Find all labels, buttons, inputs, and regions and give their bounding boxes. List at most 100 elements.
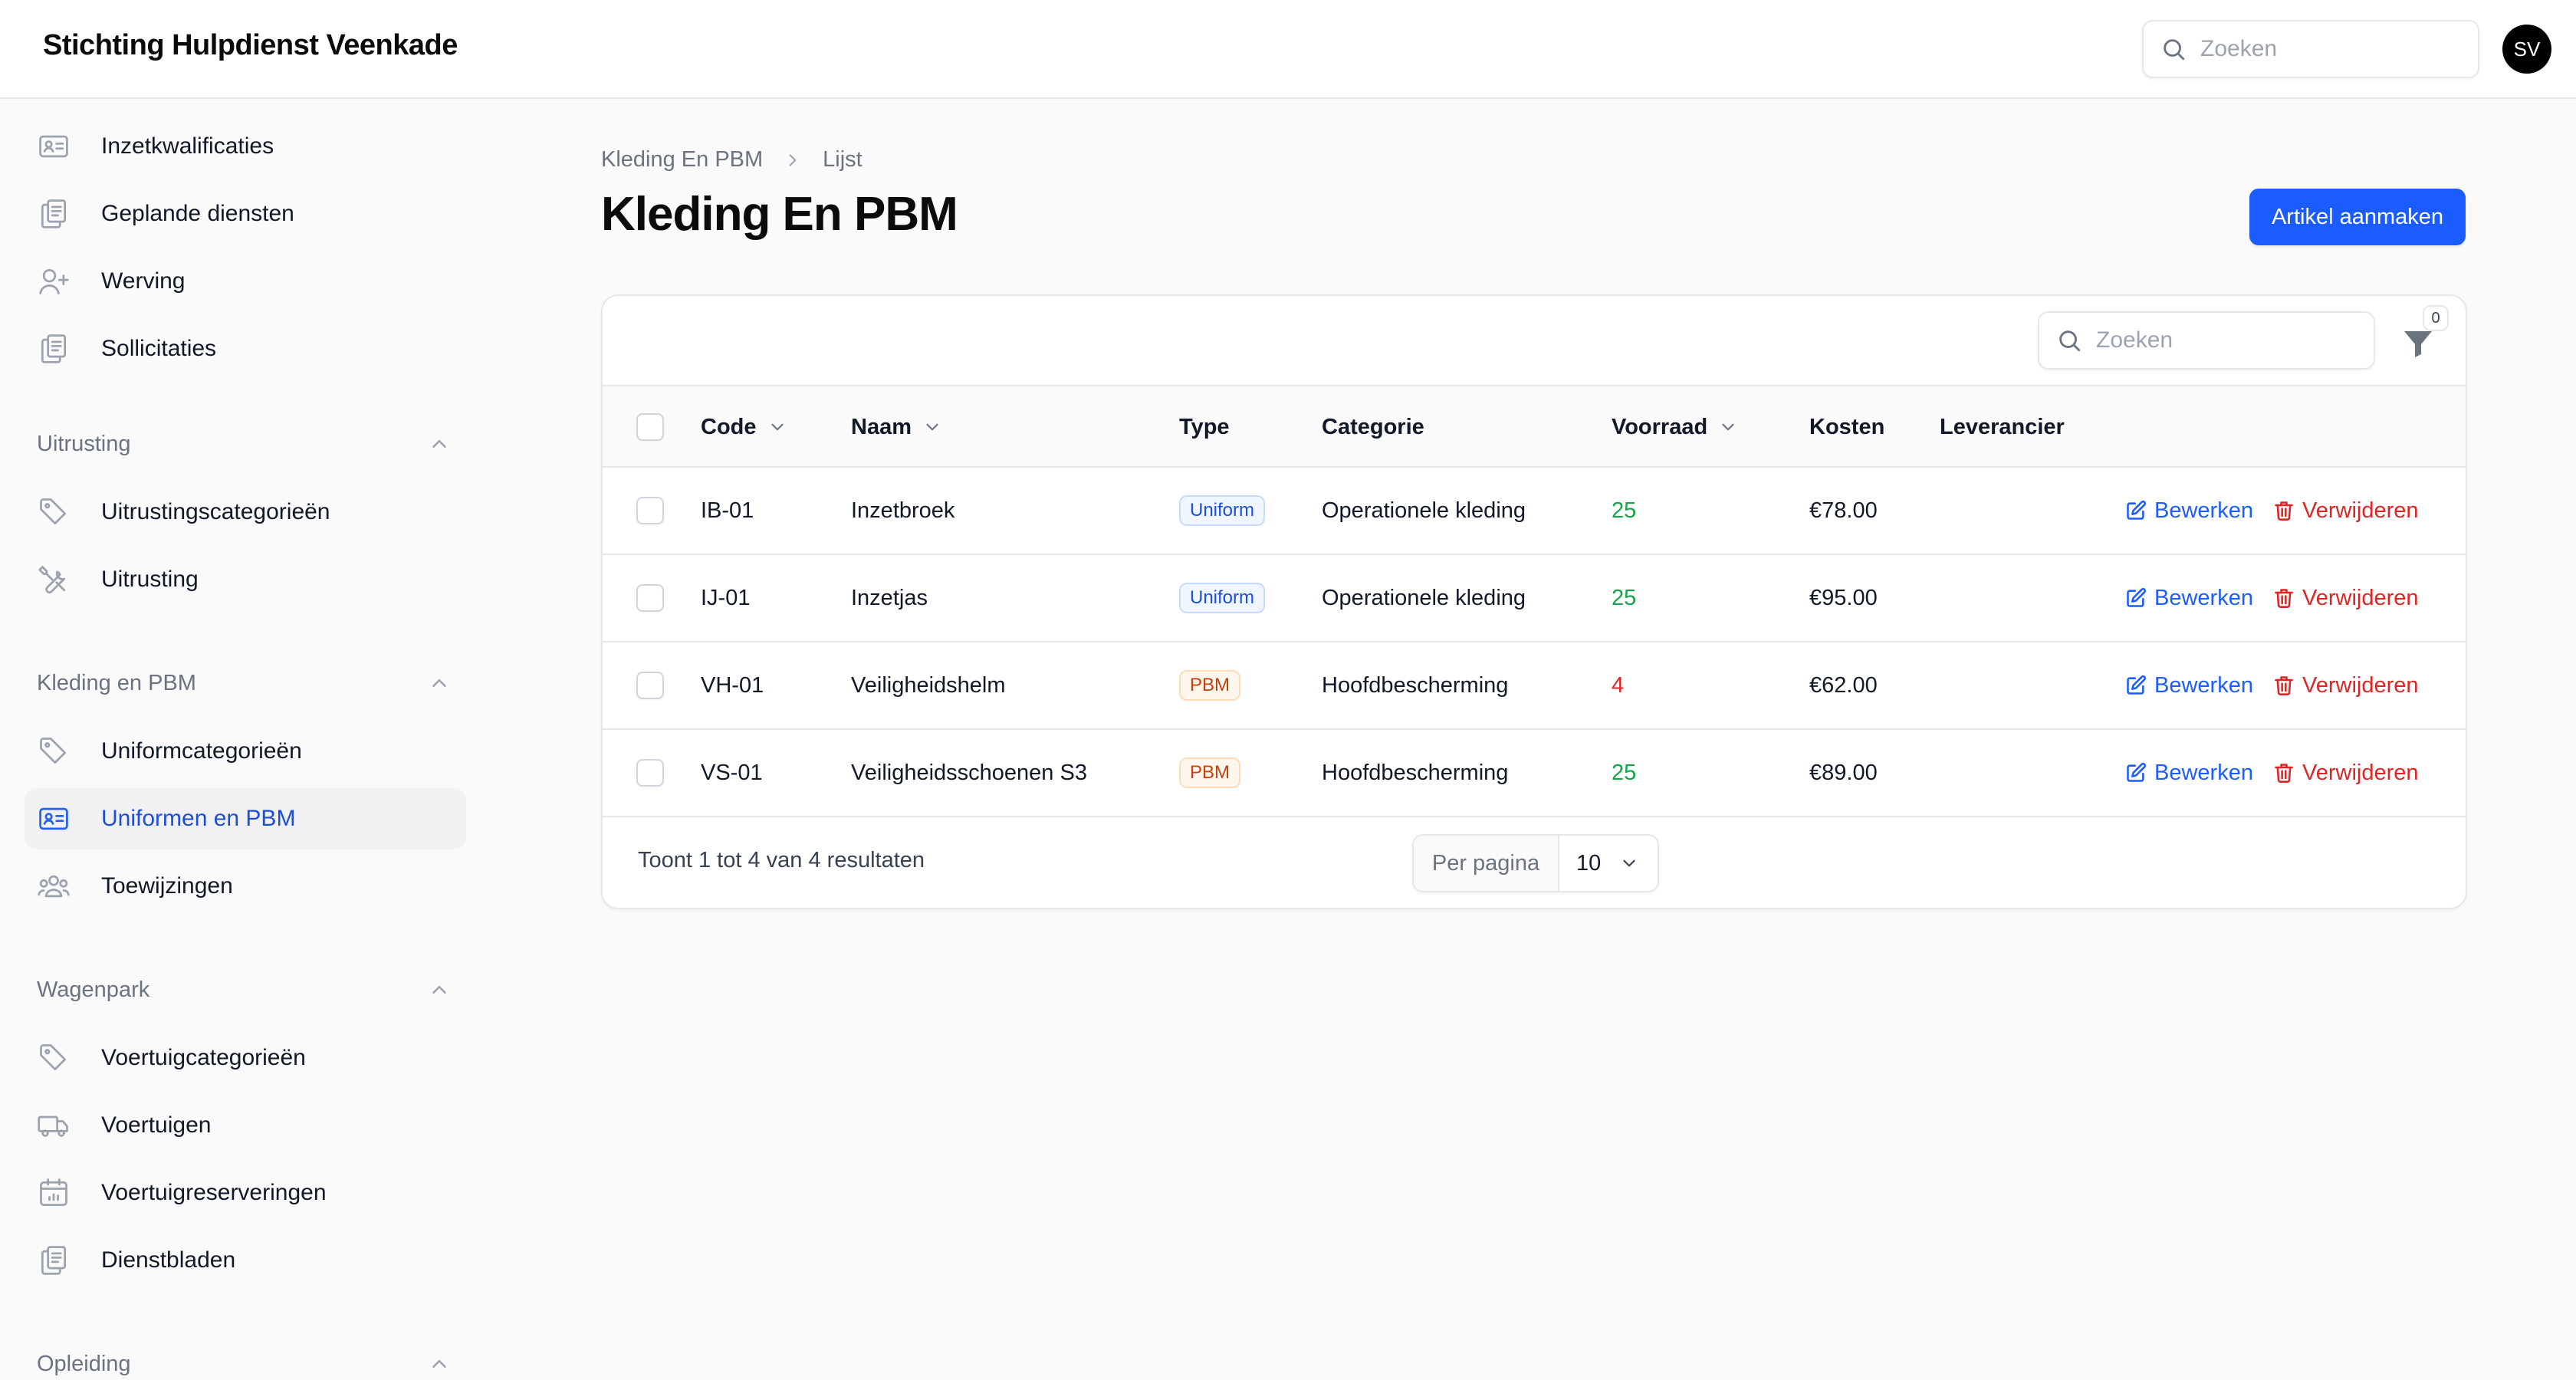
type-badge: Uniform [1179,495,1266,526]
calendar-icon [37,1176,71,1210]
cell-naam: Inzetjas [851,585,928,610]
sidebar-group-label: Wagenpark [37,977,150,1002]
column-header-categorie: Categorie [1322,386,1424,468]
cell-categorie: Operationele kleding [1322,585,1526,610]
per-page-value[interactable]: 10 [1559,836,1658,891]
cell-code: IB-01 [701,498,754,523]
sidebar-item-geplande-diensten[interactable]: Geplande diensten [25,183,466,245]
global-search[interactable] [2142,20,2479,78]
delete-button[interactable]: Verwijderen [2273,673,2419,698]
chevron-up-icon[interactable] [428,978,451,1001]
table-row[interactable]: VH-01 Veiligheidshelm PBM Hoofdbeschermi… [603,642,2466,730]
sidebar-item-voertuigreserveringen[interactable]: Voertuigreserveringen [25,1162,466,1224]
breadcrumb-item-current: Lijst [823,147,863,172]
chevron-up-icon[interactable] [428,672,451,695]
top-bar: Stichting Hulpdienst Veenkade SV [0,0,2576,99]
filter-count-badge: 0 [2423,305,2449,331]
select-all-checkbox[interactable] [636,413,664,441]
sidebar-item-voertuigcategorieen[interactable]: Voertuigcategorieën [25,1027,466,1089]
chevron-up-icon[interactable] [428,432,451,455]
table-row[interactable]: VS-01 Veiligheidsschoenen S3 PBM Hoofdbe… [603,730,2466,817]
sidebar-item-label: Uitrusting [101,567,199,592]
sidebar-item-werving[interactable]: Werving [25,251,466,312]
table-header: Code Naam Type Categorie Voorraad Kosten… [603,386,2466,468]
app-title[interactable]: Stichting Hulpdienst Veenkade [43,29,458,62]
column-label: Leverancier [1940,414,2065,439]
edit-button[interactable]: Bewerken [2125,586,2253,611]
row-actions: Bewerken Verwijderen [2125,642,2419,728]
sidebar-item-uitrustingscategorieen[interactable]: Uitrustingscategorieën [25,481,466,543]
sidebar-item-label: Sollicitaties [101,336,217,361]
sidebar-group-label: Uitrusting [37,431,131,456]
delete-button[interactable]: Verwijderen [2273,498,2419,524]
create-article-button[interactable]: Artikel aanmaken [2249,189,2466,245]
sidebar-item-inzetkwalificaties[interactable]: Inzetkwalificaties [25,116,466,177]
cell-naam: Veiligheidshelm [851,672,1006,698]
cell-kosten: €78.00 [1809,498,1878,523]
delete-button[interactable]: Verwijderen [2273,586,2419,611]
table-row[interactable]: IB-01 Inzetbroek Uniform Operationele kl… [603,468,2466,555]
pencil-square-icon [2127,675,2147,695]
pagination-summary: Toont 1 tot 4 van 4 resultaten [638,848,925,872]
row-checkbox[interactable] [636,584,664,612]
search-icon [2160,36,2187,62]
clipboard-icon [37,332,71,366]
row-actions: Bewerken Verwijderen [2125,730,2419,816]
user-avatar[interactable]: SV [2502,25,2551,74]
table-search[interactable] [2038,311,2375,370]
edit-button[interactable]: Bewerken [2125,498,2253,524]
edit-button[interactable]: Bewerken [2125,761,2253,786]
sidebar-item-voertuigen[interactable]: Voertuigen [25,1095,466,1156]
sidebar-group-label: Opleiding [37,1351,131,1376]
row-checkbox[interactable] [636,759,664,787]
sidebar-item-label: Voertuigreserveringen [101,1180,327,1205]
table-search-input[interactable] [2096,327,2341,353]
cell-voorraad: 4 [1612,672,1625,698]
column-header-leverancier: Leverancier [1940,386,2065,468]
cell-voorraad: 25 [1612,585,1637,610]
column-header-naam[interactable]: Naam [851,386,942,468]
row-actions: Bewerken Verwijderen [2125,468,2419,554]
table-row[interactable]: IJ-01 Inzetjas Uniform Operationele kled… [603,555,2466,642]
row-checkbox[interactable] [636,672,664,699]
sidebar-item-dienstbladen[interactable]: Dienstbladen [25,1230,466,1291]
column-header-code[interactable]: Code [701,386,787,468]
delete-label: Verwijderen [2302,498,2419,523]
chevron-up-icon[interactable] [428,1352,451,1375]
sidebar-group-uitrusting[interactable]: Uitrusting [37,425,451,463]
cell-categorie: Hoofdbescherming [1322,760,1509,785]
breadcrumb-item-section[interactable]: Kleding En PBM [601,147,763,172]
cell-code: IJ-01 [701,585,751,610]
trash-icon [2275,501,2293,521]
per-page-selected: 10 [1576,850,1602,876]
sidebar-item-uniformcategorieen[interactable]: Uniformcategorieën [25,721,466,782]
edit-label: Bewerken [2154,585,2253,610]
tag-icon [37,1041,71,1075]
edit-button[interactable]: Bewerken [2125,673,2253,698]
cell-kosten: €95.00 [1809,585,1878,610]
sidebar-item-uniformen-en-pbm[interactable]: Uniformen en PBM [25,788,466,849]
column-label: Type [1179,414,1230,439]
pencil-square-icon [2127,500,2147,520]
sidebar-item-uitrusting[interactable]: Uitrusting [25,549,466,610]
clipboard-icon [37,197,71,231]
sidebar-group-wagenpark[interactable]: Wagenpark [37,971,451,1009]
tag-icon [37,734,71,768]
table-card: 0 Code Naam Type Categorie Voorraad Kost… [601,294,2467,909]
sidebar-item-label: Uitrustingscategorieën [101,499,330,524]
user-plus-icon [37,264,71,298]
cell-type: Uniform [1179,468,1266,554]
sidebar-item-toewijzingen[interactable]: Toewijzingen [25,856,466,917]
row-checkbox[interactable] [636,497,664,524]
user-group-icon [37,869,71,903]
global-search-input[interactable] [2200,36,2446,62]
trash-icon [2275,764,2293,783]
column-label: Voorraad [1612,414,1708,439]
delete-button[interactable]: Verwijderen [2273,761,2419,786]
per-page-select[interactable]: Per pagina 10 [1412,834,1659,892]
type-badge: PBM [1179,670,1241,701]
column-header-voorraad[interactable]: Voorraad [1612,386,1738,468]
sidebar-group-kleding-en-pbm[interactable]: Kleding en PBM [37,664,451,702]
sidebar-item-sollicitaties[interactable]: Sollicitaties [25,318,466,380]
sidebar-group-opleiding[interactable]: Opleiding [37,1345,451,1380]
